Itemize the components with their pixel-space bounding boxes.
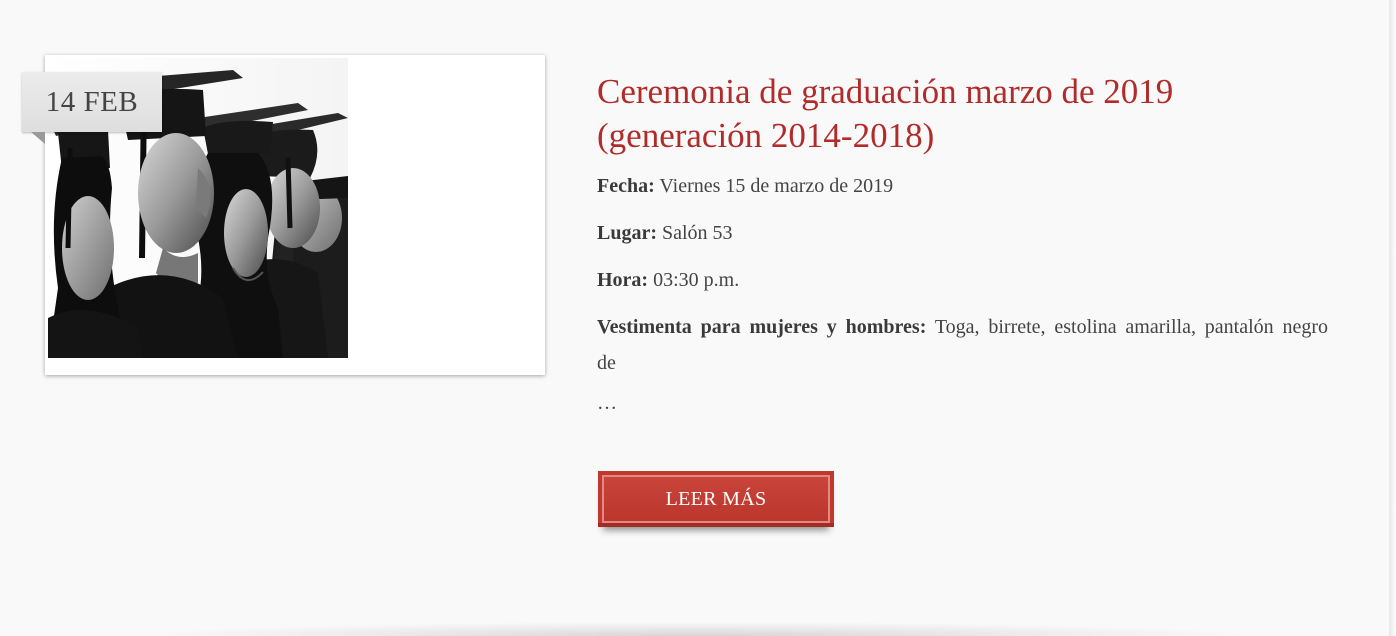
date-badge: 14 FEB <box>22 72 162 132</box>
right-edge-divider <box>1389 0 1396 636</box>
read-more-button[interactable]: LEER MÁS <box>598 471 834 527</box>
date-field-label: Fecha: <box>597 175 655 197</box>
bottom-shadow <box>150 622 1240 636</box>
dress-code-field-label: Vestimenta para mujeres y hombres: <box>597 316 927 338</box>
location-field-value: Salón 53 <box>657 222 733 244</box>
excerpt-ellipsis: … <box>597 392 617 414</box>
post-title[interactable]: Ceremonia de graduación marzo de 2019 (g… <box>597 70 1317 158</box>
date-field: Fecha: Viernes 15 de marzo de 2019 <box>597 168 893 204</box>
dress-code-field: Vestimenta para mujeres y hombres: Toga,… <box>597 309 1328 381</box>
location-field-label: Lugar: <box>597 222 657 244</box>
read-more-button-base <box>598 523 834 527</box>
time-field-label: Hora: <box>597 269 649 291</box>
date-field-value: Viernes 15 de marzo de 2019 <box>654 175 894 197</box>
read-more-label: LEER MÁS <box>602 475 830 523</box>
time-field: Hora: 03:30 p.m. <box>597 262 739 298</box>
location-field: Lugar: Salón 53 <box>597 215 733 251</box>
time-field-value: 03:30 p.m. <box>648 269 740 291</box>
date-badge-fold <box>31 132 45 144</box>
